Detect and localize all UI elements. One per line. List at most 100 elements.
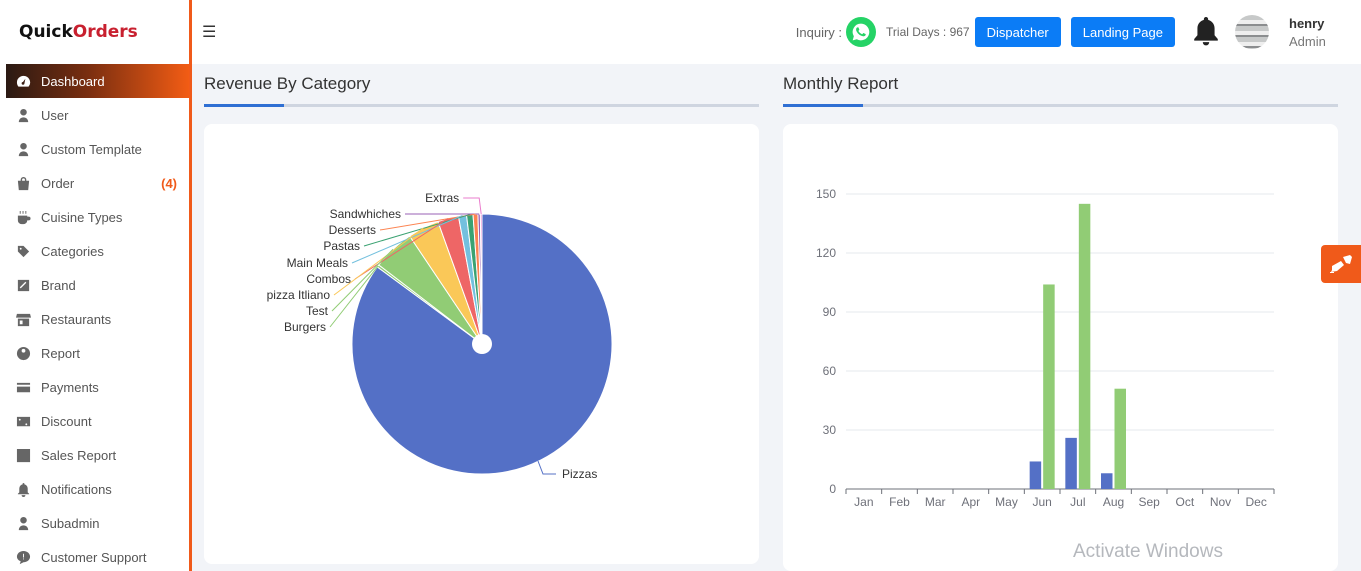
order-count-badge: (4)	[161, 175, 177, 191]
user-icon	[15, 107, 31, 123]
bar-aug-series-1[interactable]	[1101, 473, 1113, 489]
sidebar-item-categories[interactable]: Categories	[0, 234, 189, 268]
sidebar: Quick Orders Dashboard User Custom Template…	[0, 0, 192, 571]
bell-icon[interactable]	[1191, 16, 1221, 48]
sidebar-item-label: Restaurants	[41, 311, 112, 327]
pie-label: Main Meals	[287, 256, 348, 270]
sidebar-item-cuisine-types[interactable]: Cuisine Types	[0, 200, 189, 234]
sidebar-item-label: Notifications	[41, 481, 112, 497]
store-icon	[15, 311, 31, 327]
sidebar-item-restaurants[interactable]: Restaurants	[0, 302, 189, 336]
revenue-card: Extras Sandwhiches Desserts Pastas Main Meal…	[204, 124, 759, 564]
y-tick-label: 90	[823, 305, 837, 319]
user-role: Admin	[1289, 33, 1326, 49]
sidebar-item-discount[interactable]: Discount	[0, 404, 189, 438]
hamburger-icon[interactable]: ☰	[202, 22, 216, 42]
x-tick-label: Mar	[925, 495, 946, 509]
revenue-title-underline	[204, 104, 759, 107]
x-tick-label: Feb	[889, 495, 910, 509]
x-tick-label: Sep	[1138, 495, 1160, 509]
pie-label: Test	[306, 304, 329, 318]
bar-jun-series-2[interactable]	[1043, 284, 1055, 489]
x-tick-label: Apr	[961, 495, 980, 509]
inquiry-label: Inquiry :	[795, 24, 843, 40]
brand-logo[interactable]: Quick Orders	[0, 0, 189, 64]
sidebar-item-user[interactable]: User	[0, 98, 189, 132]
sidebar-item-report[interactable]: Report	[0, 336, 189, 370]
gauge-icon	[15, 73, 31, 89]
sidebar-item-order[interactable]: Order (4)	[0, 166, 189, 200]
brand-part2: Orders	[72, 22, 138, 42]
sidebar-item-label: Cuisine Types	[41, 209, 123, 225]
pie-label: Pizzas	[562, 467, 597, 481]
monthly-bar-chart[interactable]: 0 30 60 90 120 150 Jan Feb Mar Apr May Jun Jul Aug Sep…	[783, 124, 1338, 564]
x-tick-label: Jul	[1070, 495, 1085, 509]
bell-icon	[15, 481, 31, 497]
top-header: ☰ Inquiry : Trial Days : 967 Dispatcher …	[192, 0, 1361, 64]
y-tick-label: 150	[816, 187, 836, 201]
sidebar-item-payments[interactable]: Payments	[0, 370, 189, 404]
pie-label: Sandwhiches	[330, 207, 401, 221]
x-tick-label: May	[995, 495, 1018, 509]
sidebar-item-label: User	[41, 107, 69, 123]
monthly-title: Monthly Report	[783, 74, 899, 93]
chat-icon	[15, 549, 31, 565]
sidebar-nav: Dashboard User Custom Template Order (4) Cuis…	[0, 64, 189, 571]
brand-icon	[15, 277, 31, 293]
bag-icon	[15, 175, 31, 191]
pie-center-hole	[472, 334, 492, 354]
sidebar-item-label: Dashboard	[41, 73, 105, 89]
cup-icon	[15, 209, 31, 225]
sidebar-item-label: Discount	[41, 413, 92, 429]
user-info[interactable]: henry Admin	[1289, 16, 1335, 49]
sidebar-item-label: Sales Report	[41, 447, 117, 463]
revenue-pie-chart[interactable]: Extras Sandwhiches Desserts Pastas Main Meal…	[204, 124, 759, 564]
dispatcher-button[interactable]: Dispatcher	[974, 17, 1061, 47]
sidebar-item-dashboard[interactable]: Dashboard	[6, 64, 189, 98]
trial-days: Trial Days : 967	[886, 25, 970, 39]
pie-label: Pastas	[323, 239, 360, 253]
chart-icon	[15, 447, 31, 463]
x-tick-label: Jun	[1032, 495, 1051, 509]
header-actions: Inquiry : Trial Days : 967 Dispatcher La…	[796, 0, 1361, 64]
customize-tool-button[interactable]	[1321, 245, 1361, 283]
paint-brush-icon	[1330, 255, 1352, 273]
y-tick-label: 30	[823, 423, 837, 437]
sidebar-item-brand[interactable]: Brand	[0, 268, 189, 302]
x-tick-label: Oct	[1175, 495, 1194, 509]
sidebar-item-label: Categories	[41, 243, 104, 259]
sidebar-item-notifications[interactable]: Notifications	[0, 472, 189, 506]
bar-jul-series-2[interactable]	[1078, 203, 1091, 489]
y-tick-label: 60	[823, 364, 837, 378]
monthly-title-underline	[783, 104, 1338, 107]
sidebar-item-sales-report[interactable]: Sales Report	[0, 438, 189, 472]
bar-jul-series-1[interactable]	[1065, 437, 1077, 489]
pie-label: Combos	[306, 272, 351, 286]
x-tick-label: Aug	[1103, 495, 1124, 509]
sidebar-item-label: Subadmin	[41, 515, 100, 531]
avatar[interactable]	[1235, 15, 1269, 49]
monthly-card: 0 30 60 90 120 150 Jan Feb Mar Apr May Jun Jul Aug Sep…	[783, 124, 1338, 571]
sidebar-item-label: Report	[41, 345, 81, 361]
sidebar-item-subadmin[interactable]: Subadmin	[0, 506, 189, 540]
pie-label: Extras	[425, 191, 459, 205]
y-tick-label: 120	[816, 246, 836, 260]
report-icon	[15, 345, 31, 361]
bar-jun-series-1[interactable]	[1029, 461, 1042, 489]
sidebar-item-custom-template[interactable]: Custom Template	[0, 132, 189, 166]
tag-icon	[15, 243, 31, 259]
card-icon	[15, 379, 31, 395]
revenue-title: Revenue By Category	[204, 74, 371, 93]
sidebar-item-label: Payments	[41, 379, 99, 395]
pie-label-line	[537, 460, 556, 475]
pie-label: Desserts	[329, 223, 376, 237]
y-tick-label: 0	[829, 482, 836, 496]
activate-windows-watermark: Activate Windows	[1073, 541, 1223, 562]
sidebar-item-customer-support[interactable]: Customer Support	[0, 540, 189, 571]
landing-page-button[interactable]: Landing Page	[1070, 17, 1175, 47]
user-icon	[15, 515, 31, 531]
whatsapp-icon[interactable]	[846, 17, 877, 47]
pie-label-line	[463, 197, 482, 215]
bar-aug-series-2[interactable]	[1114, 388, 1127, 489]
x-tick-label: Nov	[1210, 495, 1231, 509]
